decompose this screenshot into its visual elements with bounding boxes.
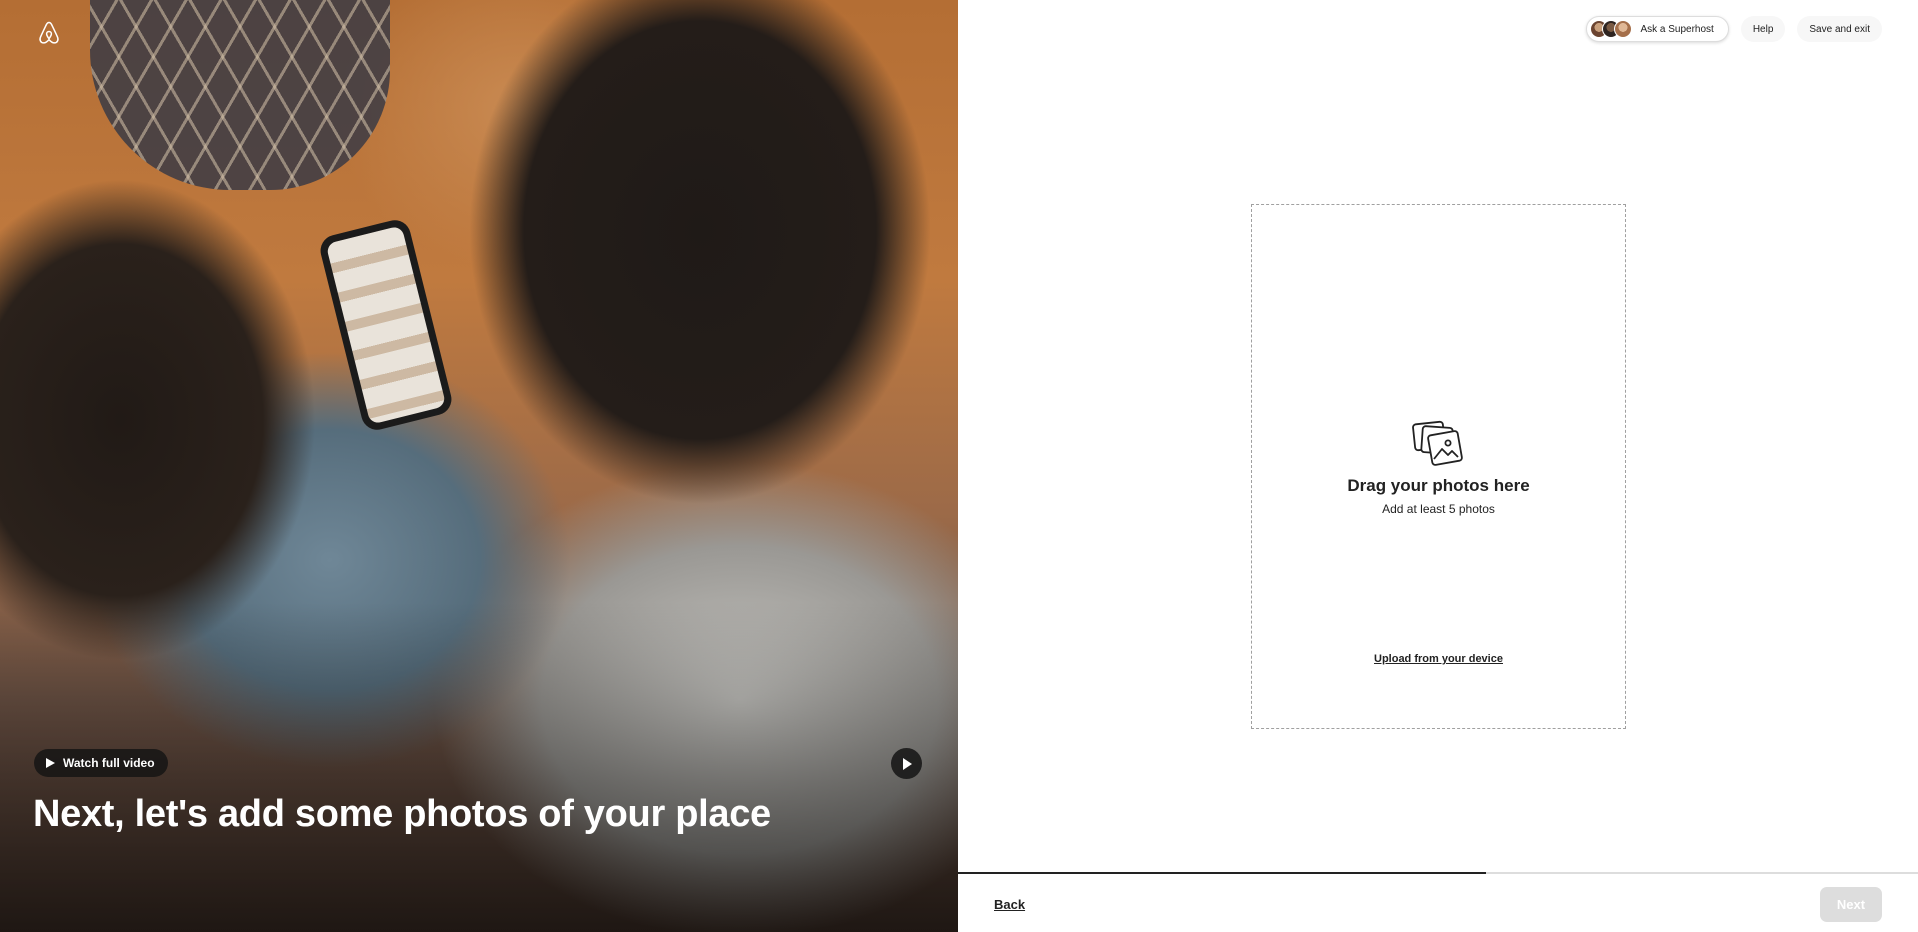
next-button[interactable]: Next — [1820, 887, 1882, 922]
footer: Back Next — [958, 872, 1918, 932]
save-and-exit-label: Save and exit — [1809, 23, 1870, 35]
help-label: Help — [1752, 23, 1774, 35]
top-bar: Ask a Superhost Help Save and exit — [1586, 16, 1882, 42]
hero-panel: Watch full video Next, let's add some ph… — [0, 0, 958, 932]
upload-from-device-link[interactable]: Upload from your device — [1252, 653, 1625, 665]
play-video-button[interactable] — [891, 748, 922, 779]
airbnb-logo-icon[interactable] — [37, 20, 61, 46]
help-button[interactable]: Help — [1740, 16, 1786, 42]
photos-icon — [1412, 420, 1463, 466]
progress-bar — [958, 872, 1918, 874]
dropzone-title: Drag your photos here — [1347, 476, 1530, 495]
dropzone-subtitle: Add at least 5 photos — [1382, 502, 1495, 516]
watch-full-video-label: Watch full video — [63, 756, 155, 770]
superhost-avatars — [1590, 20, 1633, 38]
avatar — [1614, 20, 1633, 38]
hero-photo-basket — [90, 0, 390, 190]
back-link[interactable]: Back — [994, 897, 1025, 912]
ask-superhost-button[interactable]: Ask a Superhost — [1586, 16, 1729, 42]
page-title: Next, let's add some photos of your plac… — [33, 793, 771, 835]
save-and-exit-button[interactable]: Save and exit — [1797, 16, 1882, 42]
ask-superhost-label: Ask a Superhost — [1640, 23, 1714, 35]
photo-dropzone[interactable]: Drag your photos here Add at least 5 pho… — [1251, 204, 1626, 729]
hero-photo-phone — [317, 216, 455, 434]
watch-full-video-button[interactable]: Watch full video — [34, 749, 168, 777]
play-icon — [902, 757, 912, 770]
play-icon — [46, 758, 55, 768]
progress-bar-fill — [958, 872, 1486, 874]
